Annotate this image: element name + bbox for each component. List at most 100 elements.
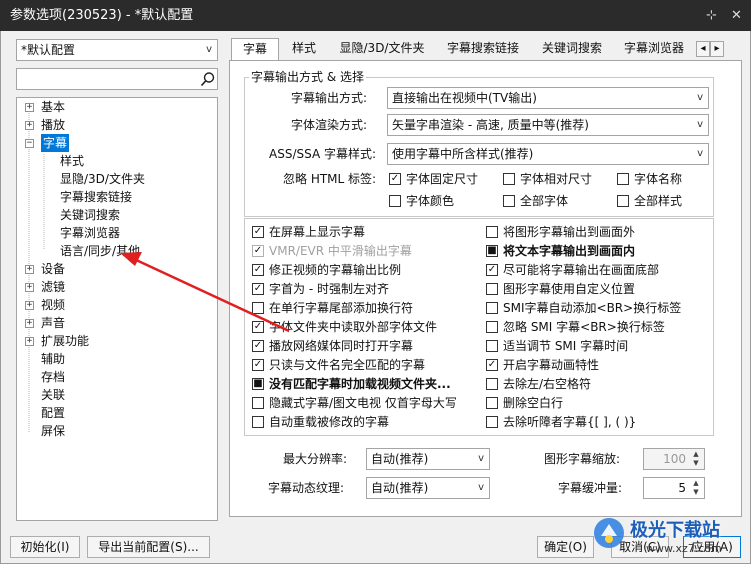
option-exact-match[interactable]: ✓ 只读与文件名完全匹配的字幕 [252,357,425,373]
ok-button[interactable]: 确定(O) [537,536,594,558]
tree-expander[interactable]: + [25,283,34,292]
option-fix-ratio[interactable]: ✓ 修正视频的字幕输出比例 [252,262,401,278]
tab-style[interactable]: 样式 [283,38,325,60]
max-resolution-value: 自动(推荐) [371,452,429,466]
tree-item-storage[interactable]: 存档 [41,368,65,386]
tree-item-browser[interactable]: 字幕浏览器 [60,224,120,242]
tree-item-device[interactable]: 设备 [41,260,65,278]
checkbox-box [617,173,629,185]
window-title: 参数选项(230523) - *默认配置 [10,8,194,23]
ass-style-select[interactable]: 使用字幕中所含样式(推荐) v [387,143,709,165]
option-load-video-folder[interactable]: ■ 没有匹配字幕时加载视频文件夹... [252,376,451,392]
tree-item-keyword-search[interactable]: 关键词搜索 [60,206,120,224]
checkbox-box: ✓ [486,359,498,371]
option-animation[interactable]: ✓ 开启字幕动画特性 [486,357,599,373]
option-bottom-output[interactable]: ✓ 尽可能将字幕输出在画面底部 [486,262,659,278]
option-smi-adjust-time[interactable]: 适当调节 SMI 字幕时间 [486,338,628,354]
tab-scroll-left-button[interactable]: ◂ [696,41,710,57]
option-remove-blank-lines[interactable]: 删除空白行 [486,395,563,411]
tree-expander[interactable]: + [25,265,34,274]
pin-icon[interactable]: ⊹ [706,0,717,31]
output-mode-value: 直接输出在视频中(TV输出) [392,91,537,105]
tree-item-search-links[interactable]: 字幕搜索链接 [60,188,132,206]
checkbox-box: ✓ [252,245,264,257]
html-fixed-size-checkbox[interactable]: ✓ 字体固定尺寸 [389,171,478,187]
search-icon[interactable] [200,71,216,87]
tree-item-playback[interactable]: 播放 [41,116,65,134]
tree-expander[interactable]: + [25,103,34,112]
tree-expander[interactable]: + [25,319,34,328]
spinner-arrows-icon[interactable]: ▲ ▼ [690,479,702,497]
checkbox-box [503,173,515,185]
buffer-spinner[interactable]: 5 ▲ ▼ [643,477,705,499]
tab-subtitles[interactable]: 字幕 [231,38,279,62]
profile-select[interactable]: *默认配置 v [16,39,218,61]
option-remove-hearing-impaired[interactable]: 去除听障者字幕{[ ], ( )} [486,414,636,430]
buffer-label: 字幕缓冲量: [558,481,623,495]
spinner-arrows-icon: ▲ ▼ [693,450,699,467]
graphic-scale-label: 图形字幕缩放: [544,452,621,466]
category-tree[interactable]: + 基本 + 播放 − 字幕 样式 显隐/3D/文件夹 字幕搜索链接 关键词搜索… [16,97,218,521]
option-smi-add-br[interactable]: SMI字幕自动添加<BR>换行标签 [486,300,681,316]
max-resolution-select[interactable]: 自动(推荐) v [366,448,490,470]
tab-scroll-right-button[interactable]: ▸ [710,41,724,57]
tree-expander[interactable]: + [25,337,34,346]
chevron-down-icon: v [697,92,703,103]
html-font-name-checkbox[interactable]: 字体名称 [617,171,682,187]
tree-expander[interactable]: + [25,121,34,130]
option-show-subtitles[interactable]: ✓ 在屏幕上显示字幕 [252,224,365,240]
option-graphic-outside[interactable]: 将图形字幕输出到画面外 [486,224,635,240]
checkbox-box: ✓ [252,321,264,333]
tree-item-basic[interactable]: 基本 [41,98,65,116]
checkbox-box: ✓ [252,340,264,352]
tree-expander[interactable]: − [25,139,34,148]
tree-item-association[interactable]: 关联 [41,386,65,404]
tree-item-accessibility[interactable]: 辅助 [41,350,65,368]
checkbox-box: ✓ [486,264,498,276]
tab-keyword-search[interactable]: 关键词搜索 [533,38,611,60]
option-trim-spaces[interactable]: 去除左/右空格符 [486,376,591,392]
tree-item-screensaver[interactable]: 屏保 [41,422,65,440]
option-smi-ignore-br[interactable]: 忽略 SMI 字幕<BR>换行标签 [486,319,665,335]
tree-item-audio[interactable]: 声音 [41,314,65,332]
chevron-down-icon: v [478,482,484,493]
tree-item-subtitles[interactable]: 字幕 [41,134,70,152]
tree-item-filters[interactable]: 滤镜 [41,278,65,296]
option-external-fonts[interactable]: ✓ 字体文件夹中读取外部字体文件 [252,319,437,335]
output-mode-select[interactable]: 直接输出在视频中(TV输出) v [387,87,709,109]
tree-item-display-3d[interactable]: 显隐/3D/文件夹 [60,170,145,188]
tree-item-video[interactable]: 视频 [41,296,65,314]
checkbox-box [486,302,498,314]
option-cc-capitalize[interactable]: 隐藏式字幕/图文电视 仅首字母大写 [252,395,457,411]
tree-expander[interactable]: + [25,301,34,310]
render-select[interactable]: 矢量字串渲染 - 高速, 质量中等(推荐) v [387,114,709,136]
chevron-down-icon: v [478,453,484,464]
option-text-inside[interactable]: ■ 将文本字幕输出到画面内 [486,243,635,259]
graphic-scale-spinner: 100 ▲ ▼ [643,448,705,470]
html-all-styles-checkbox[interactable]: 全部样式 [617,193,682,209]
render-value: 矢量字串渲染 - 高速, 质量中等(推荐) [392,118,589,132]
tab-search-links[interactable]: 字幕搜索链接 [436,38,530,60]
title-bar: 参数选项(230523) - *默认配置 ⊹ ✕ [0,0,751,31]
tab-display-3d[interactable]: 显隐/3D/文件夹 [330,38,434,60]
option-auto-reload[interactable]: 自动重载被修改的字幕 [252,414,389,430]
tree-item-config[interactable]: 配置 [41,404,65,422]
html-relative-size-checkbox[interactable]: 字体相对尺寸 [503,171,592,187]
html-all-fonts-checkbox[interactable]: 全部字体 [503,193,568,209]
tab-browser[interactable]: 字幕浏览器 [614,38,694,60]
dynamic-texture-select[interactable]: 自动(推荐) v [366,477,490,499]
close-button[interactable]: ✕ [731,0,742,31]
initialize-button[interactable]: 初始化(I) [10,536,80,558]
tree-item-extensions[interactable]: 扩展功能 [41,332,89,350]
option-append-newline[interactable]: 在单行字幕尾部添加换行符 [252,300,413,316]
html-font-color-checkbox[interactable]: 字体颜色 [389,193,454,209]
search-input[interactable] [16,68,218,90]
checkbox-box [486,378,498,390]
export-config-button[interactable]: 导出当前配置(S)... [87,536,210,558]
tree-item-language-sync[interactable]: 语言/同步/其他 [60,242,140,260]
option-network-subtitles[interactable]: ✓ 播放网络媒体同时打开字幕 [252,338,413,354]
chevron-down-icon: v [206,44,212,55]
option-dash-left-align[interactable]: ✓ 字首为 - 时强制左对齐 [252,281,389,297]
option-custom-position[interactable]: 图形字幕使用自定义位置 [486,281,635,297]
tree-item-style[interactable]: 样式 [60,152,84,170]
